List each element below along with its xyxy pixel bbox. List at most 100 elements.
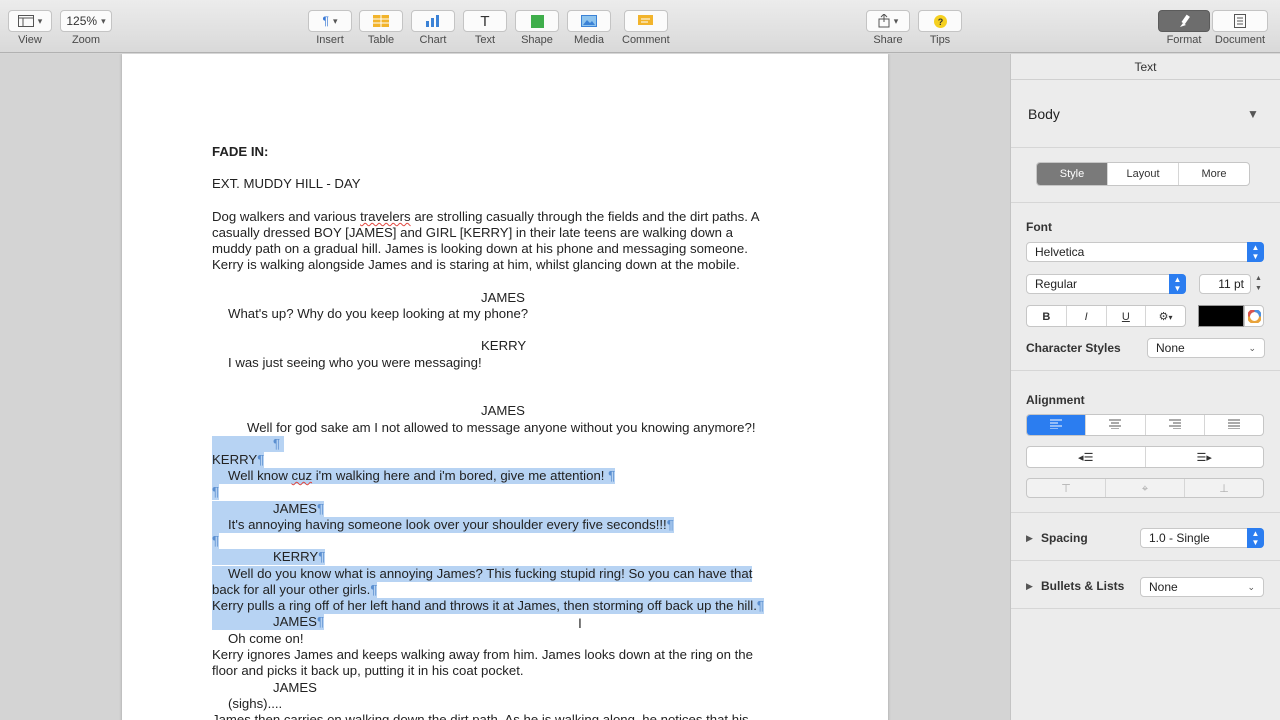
view-icon — [17, 15, 34, 27]
text-options-button[interactable]: ⚙▾ — [1146, 306, 1185, 326]
table-control[interactable]: Table — [359, 10, 403, 46]
selected-line: KERRY¶ — [212, 452, 265, 468]
paragraph-style-name[interactable]: Body — [1028, 106, 1060, 122]
table-label: Table — [367, 34, 395, 46]
italic-button[interactable]: I — [1067, 306, 1107, 326]
bullets-lists-popup[interactable]: None ⌄ — [1140, 577, 1264, 597]
font-label: Font — [1026, 220, 1052, 234]
share-control[interactable]: ▾ Share — [866, 10, 910, 46]
media-control[interactable]: Media — [567, 10, 611, 46]
bullets-lists-label[interactable]: Bullets & Lists — [1041, 579, 1124, 593]
document-button[interactable] — [1212, 10, 1268, 32]
underline-button[interactable]: U — [1107, 306, 1147, 326]
justify-button[interactable] — [1205, 415, 1263, 435]
font-family-popup[interactable]: Helvetica ▲ ▼ — [1026, 242, 1264, 262]
alignment-buttons — [1026, 414, 1264, 436]
text-control[interactable]: T Text — [463, 10, 507, 46]
document-control[interactable]: Document — [1212, 10, 1268, 46]
shape-button[interactable] — [515, 10, 559, 32]
align-middle-button[interactable]: ⌖ — [1106, 479, 1185, 497]
action-line: casually dressed BOY [JAMES] and GIRL [K… — [212, 225, 733, 240]
spacing-popup[interactable]: 1.0 - Single ▲ ▼ — [1140, 528, 1264, 548]
dialogue-line: Well for god sake am I not allowed to me… — [247, 420, 756, 435]
shape-label: Shape — [521, 34, 553, 46]
text-label: Text — [474, 34, 496, 46]
scene-location: EXT. MUDDY HILL - DAY — [212, 176, 361, 191]
table-button[interactable] — [359, 10, 403, 32]
font-size-stepper[interactable]: ▲ ▼ — [1255, 274, 1262, 294]
share-button[interactable]: ▾ — [866, 10, 910, 32]
paragraph-style-section: Body ▼ — [1011, 80, 1280, 148]
format-control[interactable]: Format — [1158, 10, 1210, 46]
text-color-well[interactable] — [1198, 305, 1244, 327]
increase-indent-button[interactable]: ☰▸ — [1146, 447, 1264, 467]
shape-control[interactable]: Shape — [515, 10, 559, 46]
align-bottom-button[interactable]: ⊥ — [1185, 479, 1263, 497]
action-text: are strolling casually through the field… — [410, 209, 760, 224]
chevron-down-icon: ⌄ — [1247, 582, 1255, 592]
comment-button[interactable] — [623, 10, 668, 32]
align-center-button[interactable] — [1086, 415, 1146, 435]
zoom-control[interactable]: 125% ▾ Zoom — [60, 10, 112, 46]
action-text: Kerry pulls a ring off of her left hand … — [212, 598, 757, 613]
text-style-buttons: B I U ⚙▾ — [1026, 305, 1186, 327]
typeface-popup[interactable]: Regular ▲ ▼ — [1026, 274, 1186, 294]
tab-layout[interactable]: Layout — [1108, 163, 1179, 185]
view-control[interactable]: ▾ View — [8, 10, 52, 46]
updown-icon: ▲ ▼ — [1247, 242, 1264, 262]
comment-label: Comment — [622, 34, 670, 46]
chevron-down-icon[interactable]: ▼ — [1247, 107, 1259, 121]
tab-more[interactable]: More — [1179, 163, 1249, 185]
media-button[interactable] — [567, 10, 611, 32]
tips-icon: ? — [933, 14, 947, 28]
font-size-field[interactable]: 11 pt — [1199, 274, 1251, 294]
insert-control[interactable]: ¶ ▾ Insert — [308, 10, 352, 46]
chart-button[interactable] — [411, 10, 455, 32]
updown-icon: ▲ ▼ — [1247, 528, 1264, 548]
view-button[interactable]: ▾ — [8, 10, 52, 32]
align-left-icon — [1050, 419, 1063, 430]
document-page[interactable]: FADE IN: EXT. MUDDY HILL - DAY Dog walke… — [122, 54, 888, 720]
format-button[interactable] — [1158, 10, 1210, 32]
color-picker-button[interactable] — [1244, 305, 1264, 327]
character-name: JAMES — [273, 614, 317, 629]
character-name: JAMES — [273, 680, 317, 695]
outdent-icon: ◂☰ — [1078, 452, 1094, 464]
media-label: Media — [574, 34, 604, 46]
character-styles-popup[interactable]: None ⌄ — [1147, 338, 1265, 358]
share-label: Share — [873, 34, 903, 46]
text-button[interactable]: T — [463, 10, 507, 32]
pilcrow-icon: ¶ — [322, 14, 329, 28]
tips-control[interactable]: ? Tips — [918, 10, 962, 46]
color-wheel-icon — [1247, 309, 1261, 323]
disclosure-triangle-icon[interactable]: ▶ — [1026, 533, 1033, 544]
document-canvas[interactable]: FADE IN: EXT. MUDDY HILL - DAY Dog walke… — [0, 54, 1010, 720]
bold-button[interactable]: B — [1027, 306, 1067, 326]
insert-button[interactable]: ¶ ▾ — [308, 10, 352, 32]
pilcrow-mark: ¶ — [318, 549, 326, 564]
disclosure-triangle-icon[interactable]: ▶ — [1026, 581, 1033, 592]
misspelled-word: travelers — [360, 209, 411, 224]
decrease-indent-button[interactable]: ◂☰ — [1027, 447, 1146, 467]
action-line: James then carries on walking down the d… — [212, 712, 749, 720]
align-bottom-icon: ⊥ — [1219, 483, 1229, 495]
updown-icon: ▲ ▼ — [1169, 274, 1186, 294]
selected-line: back for all your other girls.¶ — [212, 582, 378, 598]
tips-button[interactable]: ? — [918, 10, 962, 32]
table-icon — [373, 15, 389, 27]
pilcrow-mark: ¶ — [212, 533, 220, 548]
action-line: Kerry ignores James and keeps walking aw… — [212, 647, 753, 662]
spacing-label[interactable]: Spacing — [1041, 531, 1088, 545]
align-right-button[interactable] — [1146, 415, 1205, 435]
svg-text:?: ? — [937, 17, 943, 27]
media-icon — [581, 15, 597, 27]
align-right-icon — [1168, 419, 1181, 430]
align-left-button[interactable] — [1027, 415, 1087, 435]
tab-style[interactable]: Style — [1037, 163, 1108, 185]
comment-control[interactable]: Comment — [622, 10, 670, 46]
align-top-button[interactable]: ⊤ — [1027, 479, 1106, 497]
chart-control[interactable]: Chart — [411, 10, 455, 46]
character-name: JAMES — [481, 290, 525, 305]
font-family-value: Helvetica — [1035, 245, 1085, 259]
zoom-button[interactable]: 125% ▾ — [60, 10, 112, 32]
